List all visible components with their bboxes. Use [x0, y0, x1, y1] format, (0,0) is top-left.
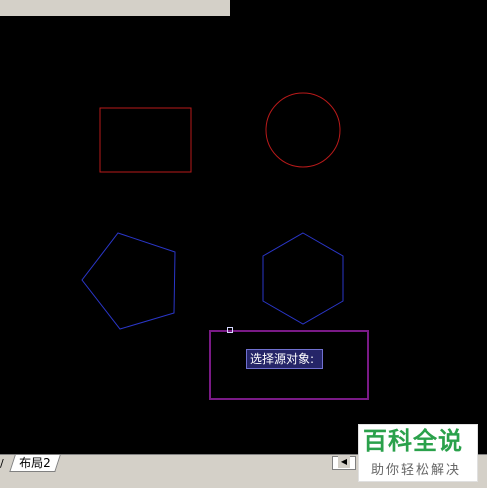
command-prompt-tooltip: 选择源对象:	[246, 349, 323, 369]
scroll-left-icon[interactable]: ◀	[338, 456, 350, 468]
watermark-title: 百科全说	[363, 427, 463, 455]
cursor-pickbox	[227, 327, 233, 333]
tab-layout2-label: 布局2	[19, 456, 51, 470]
pentagon-shape[interactable]	[81, 232, 176, 330]
drawing-shapes	[81, 92, 344, 330]
hexagon-shape[interactable]	[262, 232, 344, 325]
circle-shape[interactable]	[265, 92, 341, 168]
tab-layout2[interactable]: 布局2	[9, 455, 61, 472]
rectangle-shape[interactable]	[99, 107, 192, 173]
watermark-logo: 百科全说 助你轻松解决	[358, 424, 478, 482]
watermark-subtitle: 助你轻松解决	[371, 463, 462, 478]
